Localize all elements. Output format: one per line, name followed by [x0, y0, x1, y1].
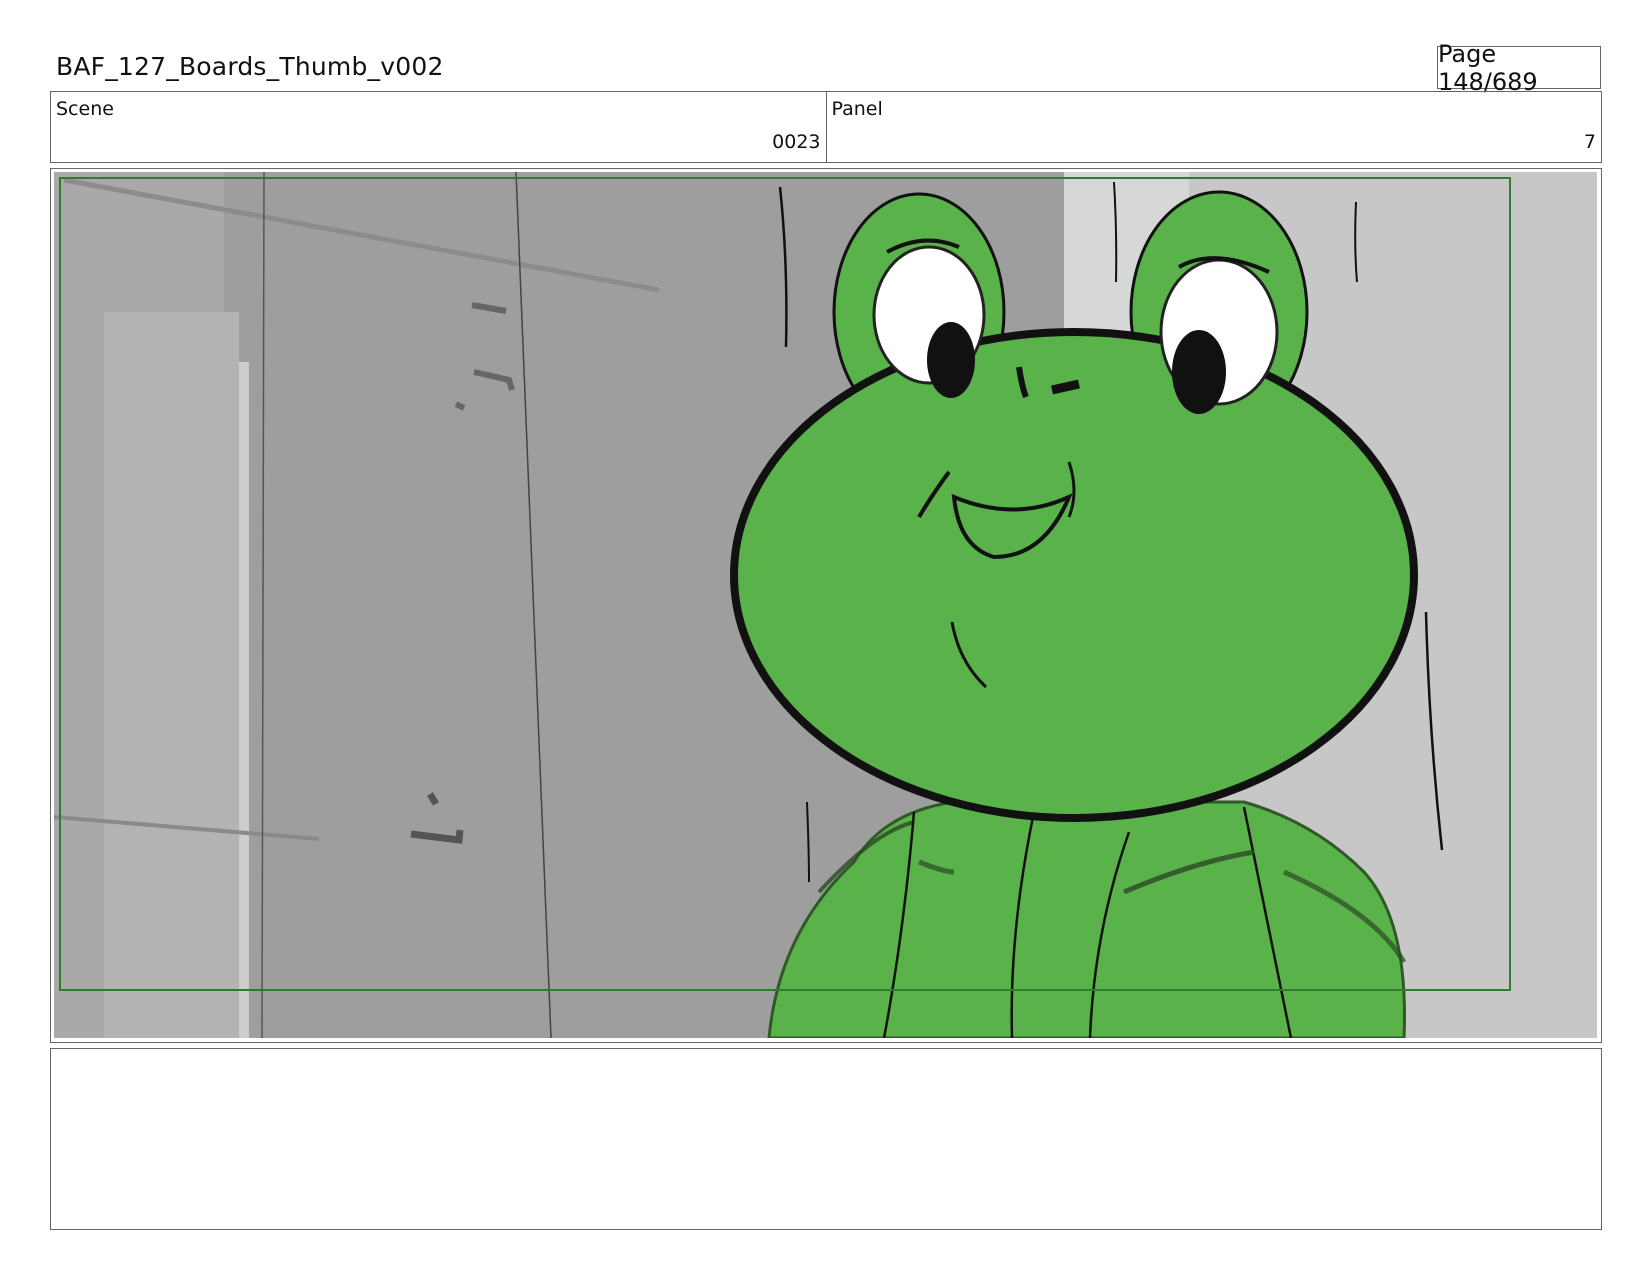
- panel-label: Panel: [831, 98, 883, 120]
- frog-head: [730, 328, 1418, 822]
- scene-panel-info: Scene 0023 Panel 7: [50, 91, 1602, 163]
- scene-label: Scene: [56, 98, 114, 120]
- storyboard-frame: [50, 168, 1602, 1043]
- panel-value: 7: [1583, 131, 1596, 153]
- storyboard-drawing: [54, 172, 1597, 1038]
- scene-cell: Scene 0023: [51, 92, 826, 162]
- notes-box: [50, 1048, 1602, 1230]
- page-counter: Page 148/689: [1437, 40, 1601, 96]
- background-door-panel: [104, 312, 239, 1038]
- panel-cell: Panel 7: [825, 92, 1602, 162]
- document-title: BAF_127_Boards_Thumb_v002: [56, 52, 444, 81]
- frog-left-pupil: [927, 322, 975, 398]
- scene-value: 0023: [772, 131, 821, 153]
- frog-right-pupil: [1172, 330, 1226, 414]
